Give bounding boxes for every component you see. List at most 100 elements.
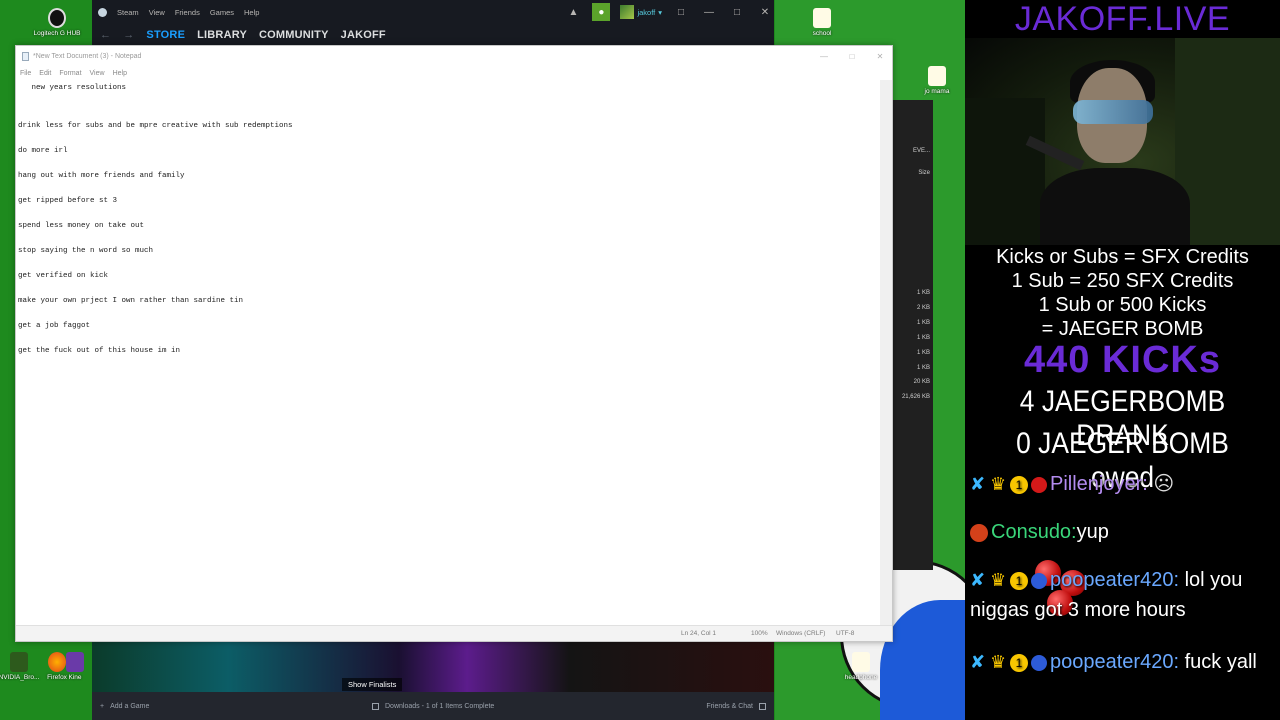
maximize-icon[interactable]: □ (840, 52, 864, 61)
webcam-feed (965, 38, 1280, 245)
text-line: stop saying the n word so much (18, 247, 154, 255)
steam-menu-help[interactable]: Help (244, 8, 259, 17)
notepad-window: *New Text Document (3) - Notepad — □ ✕ F… (15, 45, 893, 642)
desktop-icon-kinect[interactable]: Kine (60, 652, 90, 682)
nvidia-icon (10, 652, 28, 672)
download-icon (372, 702, 379, 710)
chat-message: Consudo:yup (970, 517, 1275, 547)
chat-username[interactable]: Pillenjoyer: (1050, 473, 1148, 495)
close-icon[interactable]: ✕ (756, 3, 774, 21)
steam-menu-steam[interactable]: Steam (117, 8, 139, 17)
steam-menu-view[interactable]: View (149, 8, 165, 17)
menu-edit[interactable]: Edit (39, 70, 51, 77)
maximize-icon[interactable]: □ (728, 3, 746, 21)
file-icon (928, 66, 946, 86)
kinect-icon (66, 652, 84, 672)
text-line: do more irl (18, 147, 68, 155)
chevron-down-icon: ▾ (658, 7, 662, 17)
username: jakoff (637, 7, 656, 17)
megaphone-icon[interactable]: ▲ (564, 3, 582, 21)
sfx-info-line: = JAEGER BOMB (1041, 318, 1204, 340)
desktop-icon-logitech[interactable]: Logitech G HUB (30, 8, 84, 38)
sub-badge-icon: 1 (1010, 653, 1028, 672)
chat-username[interactable]: poopeater420: (1050, 651, 1179, 673)
nav-community[interactable]: COMMUNITY (259, 29, 329, 41)
file-explorer-window: EVE... Size 1 KB 2 KB 1 KB 1 KB 1 KB 1 K… (893, 100, 933, 570)
steam-nav: ← → STORE LIBRARY COMMUNITY JAKOFF (92, 24, 774, 46)
text-editor-area[interactable]: new years resolutions drink less for sub… (16, 80, 881, 627)
menu-file[interactable]: File (20, 70, 31, 77)
crown-badge-icon: ♛ (990, 474, 1007, 494)
nav-library[interactable]: LIBRARY (197, 29, 247, 41)
minimize-icon[interactable]: — (812, 52, 836, 61)
notepad-menubar: File Edit Format View Help (16, 66, 892, 80)
strawberry-badge-icon (1031, 476, 1047, 493)
menu-view[interactable]: View (90, 70, 105, 77)
crown-badge-icon: ♛ (990, 570, 1007, 590)
menu-format[interactable]: Format (59, 70, 81, 77)
ball-badge-icon (970, 523, 988, 542)
chat-text: fuck yall (1184, 651, 1257, 673)
size-cell: 1 KB (916, 320, 930, 326)
notepad-title: *New Text Document (3) - Notepad (33, 52, 142, 60)
size-cell: 1 KB (916, 290, 930, 296)
text-line: get verified on kick (18, 272, 109, 280)
plus-icon: + (100, 702, 105, 710)
big-picture-icon[interactable]: □ (672, 3, 690, 21)
text-line: drink less for subs and be mpre creative… (18, 122, 293, 130)
avatar (620, 5, 635, 19)
cursor-position: Ln 24, Col 1 (681, 630, 717, 637)
add-game-button[interactable]: + Add a Game (100, 703, 149, 710)
size-cell: 1 KB (916, 350, 930, 356)
chat-message: ✘ ♛ 1 Pillenjoyer: ☹ (970, 469, 1275, 499)
explorer-search[interactable]: EVE... (913, 148, 930, 154)
forward-arrow-icon[interactable]: → (123, 29, 134, 41)
zoom-level: 100% (751, 630, 768, 637)
friends-chat-button[interactable]: Friends & Chat (706, 702, 766, 710)
size-cell: 21,626 KB (901, 394, 930, 400)
text-line: make your own prject I own rather than s… (18, 297, 244, 305)
crown-badge-icon: ♛ (990, 652, 1007, 672)
desktop-icon-school[interactable]: school (795, 8, 849, 38)
size-cell: 20 KB (913, 379, 930, 385)
logitech-icon (48, 8, 66, 28)
steam-menu-friends[interactable]: Friends (175, 8, 200, 17)
text-line: spend less money on take out (18, 222, 145, 230)
chat-message: ✘ ♛ 1 poopeater420: fuck yall (970, 647, 1275, 677)
sfx-info-line: Kicks or Subs = SFX Credits (996, 246, 1249, 268)
chat-username[interactable]: Consudo: (991, 521, 1077, 543)
channel-title: JAKOFF.LIVE (1014, 0, 1231, 38)
chat-icon (759, 702, 766, 710)
sub-badge-icon: 1 (1010, 571, 1028, 590)
sword-badge-icon: ✘ (970, 474, 986, 494)
file-icon (813, 8, 831, 28)
chat-panel: ✘ ♛ 1 Pillenjoyer: ☹ Consudo:yup ✘ ♛ 1 poopeat… (965, 465, 1280, 720)
steam-titlebar: Steam View Friends Games Help ▲ ● jakoff… (92, 0, 774, 24)
minimize-icon[interactable]: — (700, 3, 718, 21)
user-menu[interactable]: jakoff ▾ (620, 5, 662, 19)
text-line: get ripped before st 3 (18, 197, 118, 205)
text-line: get a job faggot (18, 322, 91, 330)
notepad-statusbar: Ln 24, Col 1 100% Windows (CRLF) UTF-8 (16, 625, 892, 641)
desktop-icon-jo-mama[interactable]: jo mama (910, 66, 964, 96)
steam-footer: + Add a Game Downloads - 1 of 1 Items Co… (92, 692, 774, 720)
menu-help[interactable]: Help (113, 70, 127, 77)
kicks-counter: 440 KICKs (1024, 339, 1221, 381)
show-finalists-button[interactable]: Show Finalists (342, 678, 403, 691)
steam-menu-games[interactable]: Games (210, 8, 234, 17)
bell-icon[interactable]: ● (592, 3, 611, 21)
downloads-button[interactable]: Downloads - 1 of 1 Items Complete (372, 702, 494, 710)
size-column-header[interactable]: Size (918, 170, 930, 176)
nav-profile[interactable]: JAKOFF (341, 29, 386, 41)
notepad-titlebar: *New Text Document (3) - Notepad — □ ✕ (16, 46, 892, 66)
file-icon (852, 652, 870, 672)
close-icon[interactable]: ✕ (868, 52, 892, 61)
text-line: get the fuck out of this house im in (18, 347, 181, 355)
line-ending: Windows (CRLF) (776, 630, 826, 637)
back-arrow-icon[interactable]: ← (100, 29, 111, 41)
chat-username[interactable]: poopeater420: (1050, 569, 1179, 591)
size-cell: 1 KB (916, 365, 930, 371)
nav-store[interactable]: STORE (146, 29, 185, 41)
desktop-icon-headphone[interactable]: headphone (834, 652, 888, 682)
vertical-scrollbar[interactable] (880, 80, 892, 627)
